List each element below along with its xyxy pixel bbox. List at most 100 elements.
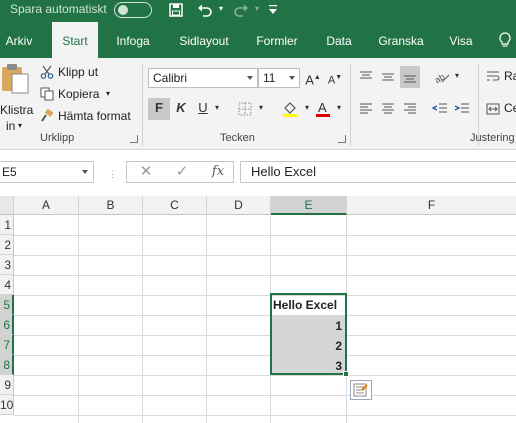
- copy-icon: [40, 87, 54, 101]
- redo-icon[interactable]: [230, 0, 252, 20]
- cell-e8[interactable]: 3: [271, 356, 346, 375]
- align-right-icon[interactable]: [400, 98, 420, 120]
- gridline: [14, 315, 516, 316]
- clipboard-launcher-icon[interactable]: [130, 135, 138, 143]
- scissors-icon: [40, 65, 54, 79]
- tab-formler[interactable]: Formler: [250, 22, 304, 58]
- bold-button[interactable]: F: [148, 98, 170, 120]
- underline-dropdown-icon[interactable]: ▾: [212, 98, 222, 120]
- column-header-c[interactable]: C: [143, 196, 207, 215]
- gridline: [78, 215, 79, 423]
- italic-button[interactable]: K: [172, 98, 190, 120]
- customize-qat-icon[interactable]: [266, 0, 280, 20]
- row-header-8[interactable]: 8: [0, 355, 14, 375]
- decrease-indent-icon[interactable]: [430, 98, 450, 120]
- borders-dropdown-icon[interactable]: ▾: [256, 98, 266, 120]
- formula-input[interactable]: Hello Excel: [240, 161, 516, 183]
- paste-icon: [2, 64, 29, 94]
- gridline: [14, 395, 516, 396]
- chevron-down-icon: [289, 76, 295, 80]
- insert-function-icon[interactable]: fx: [207, 162, 229, 182]
- group-divider: [142, 64, 143, 146]
- undo-dropdown-icon[interactable]: ▾: [216, 0, 226, 20]
- orientation-dropdown-icon[interactable]: ▾: [452, 66, 462, 88]
- merge-center-label: Ce: [504, 101, 516, 115]
- enter-icon[interactable]: ✓: [171, 162, 193, 182]
- font-launcher-icon[interactable]: [338, 135, 346, 143]
- tab-visa[interactable]: Visa: [444, 22, 478, 58]
- row-header-3[interactable]: 3: [0, 255, 14, 275]
- worksheet-grid[interactable]: A B C D E F 1 2 3 4 5 6 7 8 9 10 Hello E…: [0, 196, 516, 423]
- paste-dropdown-icon: ▾: [18, 121, 23, 130]
- gridline: [14, 355, 516, 356]
- font-color-dropdown-icon[interactable]: ▾: [334, 98, 344, 120]
- cut-label: Klipp ut: [58, 65, 99, 79]
- gridline: [14, 335, 516, 336]
- save-icon[interactable]: [166, 0, 186, 20]
- fill-color-dropdown-icon[interactable]: ▾: [302, 98, 312, 120]
- align-left-icon[interactable]: [356, 98, 376, 120]
- svg-text:ab: ab: [434, 72, 446, 84]
- merge-center-button[interactable]: Ce: [484, 98, 516, 120]
- font-size-combo[interactable]: 11: [258, 68, 300, 88]
- autosave-label: Spara automatiskt: [10, 2, 107, 16]
- font-name-combo[interactable]: Calibri: [148, 68, 258, 88]
- row-header-1[interactable]: 1: [0, 215, 14, 235]
- orientation-icon[interactable]: ab: [432, 66, 452, 88]
- title-bar: Spara automatiskt ▾ ▾: [0, 0, 516, 22]
- row-header-4[interactable]: 4: [0, 275, 14, 295]
- increase-indent-icon[interactable]: [452, 98, 472, 120]
- row-header-2[interactable]: 2: [0, 235, 14, 255]
- tab-infoga[interactable]: Infoga: [108, 22, 158, 58]
- column-header-e[interactable]: E: [271, 196, 347, 215]
- grow-font-icon[interactable]: A▲: [304, 68, 322, 90]
- shrink-font-icon[interactable]: A▼: [326, 68, 344, 91]
- name-box[interactable]: E5: [0, 161, 94, 183]
- fill-color-icon[interactable]: [278, 98, 302, 120]
- autosave-toggle[interactable]: [114, 2, 152, 18]
- undo-icon[interactable]: [194, 0, 216, 20]
- cell-e7[interactable]: 2: [271, 336, 346, 356]
- resize-grip-icon[interactable]: ⋮: [108, 169, 117, 180]
- font-name-value: Calibri: [153, 71, 188, 85]
- tab-start[interactable]: Start: [52, 22, 98, 58]
- tab-sidlayout[interactable]: Sidlayout: [172, 22, 236, 58]
- row-header-7[interactable]: 7: [0, 335, 14, 355]
- align-bottom-icon[interactable]: [400, 66, 420, 88]
- row-header-5[interactable]: 5: [0, 295, 14, 315]
- gridline: [346, 215, 347, 423]
- cancel-icon[interactable]: ✕: [135, 162, 157, 182]
- row-header-9[interactable]: 9: [0, 375, 14, 395]
- select-all-corner[interactable]: [0, 196, 14, 215]
- cut-button[interactable]: Klipp ut: [38, 62, 102, 82]
- wrap-text-button[interactable]: Ra: [484, 66, 516, 88]
- redo-dropdown-icon[interactable]: ▾: [252, 0, 262, 20]
- format-painter-button[interactable]: Hämta format: [38, 106, 136, 126]
- column-header-b[interactable]: B: [79, 196, 143, 215]
- paste-button[interactable]: Klistra in ▾: [0, 62, 34, 133]
- gridline: [14, 235, 516, 236]
- row-header-6[interactable]: 6: [0, 315, 14, 335]
- quick-analysis-icon[interactable]: [350, 380, 372, 400]
- row-header-10[interactable]: 10: [0, 395, 14, 415]
- fill-handle[interactable]: [343, 371, 349, 377]
- column-header-a[interactable]: A: [14, 196, 79, 215]
- tab-data[interactable]: Data: [318, 22, 360, 58]
- merge-icon: [486, 103, 500, 115]
- align-top-icon[interactable]: [356, 66, 376, 88]
- lightbulb-icon[interactable]: [494, 22, 516, 58]
- align-center-icon[interactable]: [378, 98, 398, 120]
- borders-icon[interactable]: [234, 98, 256, 120]
- copy-button[interactable]: Kopiera ▾: [38, 84, 118, 104]
- wrap-text-icon: [487, 71, 500, 81]
- name-box-value: E5: [2, 165, 17, 179]
- underline-button[interactable]: U: [194, 98, 212, 120]
- cell-e5[interactable]: Hello Excel: [271, 295, 346, 315]
- tab-arkiv[interactable]: Arkiv: [0, 22, 38, 58]
- column-header-d[interactable]: D: [207, 196, 271, 215]
- column-header-f[interactable]: F: [347, 196, 516, 215]
- font-color-icon[interactable]: A: [312, 98, 334, 120]
- cell-e6[interactable]: 1: [271, 316, 346, 336]
- align-middle-icon[interactable]: [378, 66, 398, 88]
- tab-granska[interactable]: Granska: [372, 22, 430, 58]
